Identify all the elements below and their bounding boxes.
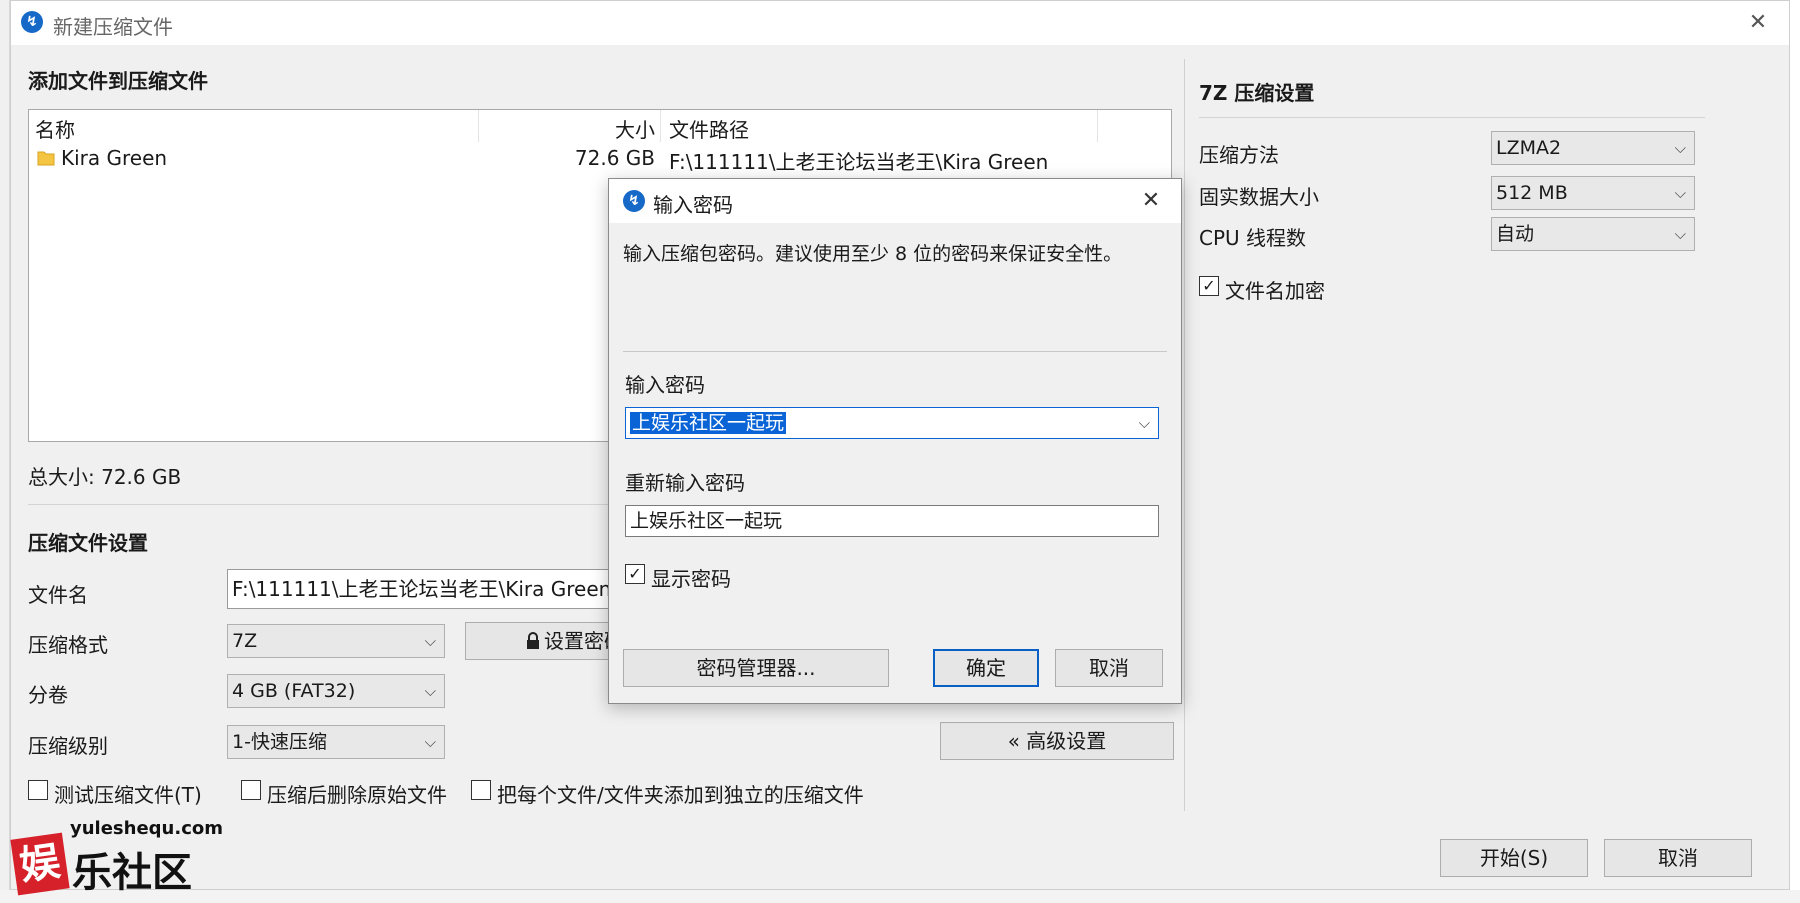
app-logo-icon: ↯ xyxy=(21,11,43,33)
file-name: Kira Green xyxy=(61,146,168,170)
watermark-brand: 乐社区 xyxy=(72,850,192,896)
window-close-button[interactable]: ✕ xyxy=(1739,7,1777,39)
close-icon: ✕ xyxy=(1141,188,1161,213)
dialog-title: 输入密码 xyxy=(653,193,733,217)
encrypt-filenames-label: 文件名加密 xyxy=(1225,279,1325,303)
total-size: 总大小: 72.6 GB xyxy=(28,465,182,489)
format-value: 7Z xyxy=(232,630,258,652)
folder-icon xyxy=(37,151,55,166)
filename-label: 文件名 xyxy=(28,583,88,607)
column-separator[interactable] xyxy=(1097,110,1098,142)
file-path: F:\111111\上老王论坛当老王\Kira Green xyxy=(669,150,1049,174)
dialog-close-button[interactable]: ✕ xyxy=(1133,185,1169,217)
show-password-label: 显示密码 xyxy=(651,567,731,591)
chevron-down-icon: ⌵ xyxy=(1674,139,1686,157)
window-title: 新建压缩文件 xyxy=(53,15,173,39)
app-logo-icon: ↯ xyxy=(623,190,645,212)
column-header-name[interactable]: 名称 xyxy=(35,114,75,143)
dialog-description: 输入压缩包密码。建议使用至少 8 位的密码来保证安全性。 xyxy=(623,243,1123,265)
background-window-edge xyxy=(0,0,10,903)
dialog-divider xyxy=(623,351,1167,352)
7z-settings-heading: 7Z 压缩设置 xyxy=(1199,81,1315,105)
file-size: 72.6 GB xyxy=(574,146,655,170)
7z-settings-panel: 7Z 压缩设置 压缩方法 LZMA2 ⌵ 固实数据大小 512 MB ⌵ CPU… xyxy=(1184,59,1784,811)
level-label: 压缩级别 xyxy=(28,734,108,758)
window-titlebar: ↯ 新建压缩文件 ✕ xyxy=(11,1,1789,45)
column-separator[interactable] xyxy=(660,110,661,142)
archive-settings-heading: 压缩文件设置 xyxy=(28,531,148,555)
checkmark-icon: ✓ xyxy=(628,564,642,583)
solid-size-value: 512 MB xyxy=(1496,182,1568,204)
watermark-domain: yuleshequ.com xyxy=(70,818,223,839)
checkbox-box[interactable]: ✓ xyxy=(1199,276,1219,296)
password-value: 上娱乐社区一起玩 xyxy=(630,412,787,434)
filename-input[interactable]: F:\111111\上老王论坛当老王\Kira Green.7z xyxy=(227,569,627,609)
split-value: 4 GB (FAT32) xyxy=(232,680,356,702)
level-value: 1-快速压缩 xyxy=(232,731,327,753)
chevron-down-icon[interactable]: ⌵ xyxy=(1139,408,1150,438)
format-select[interactable]: 7Z ⌵ xyxy=(227,624,445,658)
confirm-password-input[interactable]: 上娱乐社区一起玩 xyxy=(625,505,1159,537)
advanced-settings-button[interactable]: « 高级设置 xyxy=(940,722,1174,760)
chevron-down-icon: ⌵ xyxy=(1674,225,1686,243)
threads-value: 自动 xyxy=(1496,223,1535,245)
ok-button[interactable]: 确定 xyxy=(933,649,1039,687)
solid-size-label: 固实数据大小 xyxy=(1199,185,1319,209)
dialog-cancel-button[interactable]: 取消 xyxy=(1055,649,1163,687)
cancel-button[interactable]: 取消 xyxy=(1604,839,1752,877)
column-separator[interactable] xyxy=(478,110,479,142)
chevron-down-icon: ⌵ xyxy=(1674,184,1686,202)
test-archive-label: 测试压缩文件(T) xyxy=(54,783,202,807)
panel-divider xyxy=(1199,117,1705,118)
checkbox-box[interactable] xyxy=(28,780,48,800)
set-password-button[interactable]: 设置密码 xyxy=(465,622,625,660)
password-manager-button[interactable]: 密码管理器... xyxy=(623,649,889,687)
solid-size-select[interactable]: 512 MB ⌵ xyxy=(1491,176,1695,210)
file-list-row[interactable]: Kira Green 72.6 GB F:\111111\上老王论坛当老王\Ki… xyxy=(29,144,1171,174)
password-dialog: ↯ 输入密码 ✕ 输入压缩包密码。建议使用至少 8 位的密码来保证安全性。 输入… xyxy=(608,178,1182,704)
password-label: 输入密码 xyxy=(625,373,705,397)
checkbox-box[interactable]: ✓ xyxy=(625,564,645,584)
site-watermark: yuleshequ.com 娱 乐社区 xyxy=(10,818,223,898)
checkbox-box[interactable] xyxy=(241,780,261,800)
delete-after-label: 压缩后删除原始文件 xyxy=(267,783,447,807)
start-button[interactable]: 开始(S) xyxy=(1440,839,1588,877)
checkbox-box[interactable] xyxy=(471,780,491,800)
background-bottom-edge xyxy=(0,890,1800,903)
column-header-path[interactable]: 文件路径 xyxy=(669,114,749,143)
format-label: 压缩格式 xyxy=(28,633,108,657)
chevron-down-icon: ⌵ xyxy=(424,632,436,650)
method-value: LZMA2 xyxy=(1496,137,1562,159)
chevron-down-icon: ⌵ xyxy=(424,682,436,700)
split-label: 分卷 xyxy=(28,683,68,707)
checkmark-icon: ✓ xyxy=(1202,276,1216,295)
threads-label: CPU 线程数 xyxy=(1199,226,1307,250)
split-select[interactable]: 4 GB (FAT32) ⌵ xyxy=(227,674,445,708)
add-files-heading: 添加文件到压缩文件 xyxy=(28,69,208,93)
separate-archives-label: 把每个文件/文件夹添加到独立的压缩文件 xyxy=(497,783,864,807)
level-select[interactable]: 1-快速压缩 ⌵ xyxy=(227,725,445,759)
method-select[interactable]: LZMA2 ⌵ xyxy=(1491,131,1695,165)
threads-select[interactable]: 自动 ⌵ xyxy=(1491,217,1695,251)
close-icon: ✕ xyxy=(1748,10,1768,35)
chevron-down-icon: ⌵ xyxy=(424,733,436,751)
confirm-password-label: 重新输入密码 xyxy=(625,471,745,495)
dialog-titlebar: ↯ 输入密码 ✕ xyxy=(609,179,1181,223)
method-label: 压缩方法 xyxy=(1199,143,1279,167)
watermark-seal: 娱 xyxy=(10,832,70,896)
password-input[interactable]: 上娱乐社区一起玩 ⌵ xyxy=(625,407,1159,439)
column-header-size[interactable]: 大小 xyxy=(591,114,655,143)
lock-icon xyxy=(527,632,539,649)
